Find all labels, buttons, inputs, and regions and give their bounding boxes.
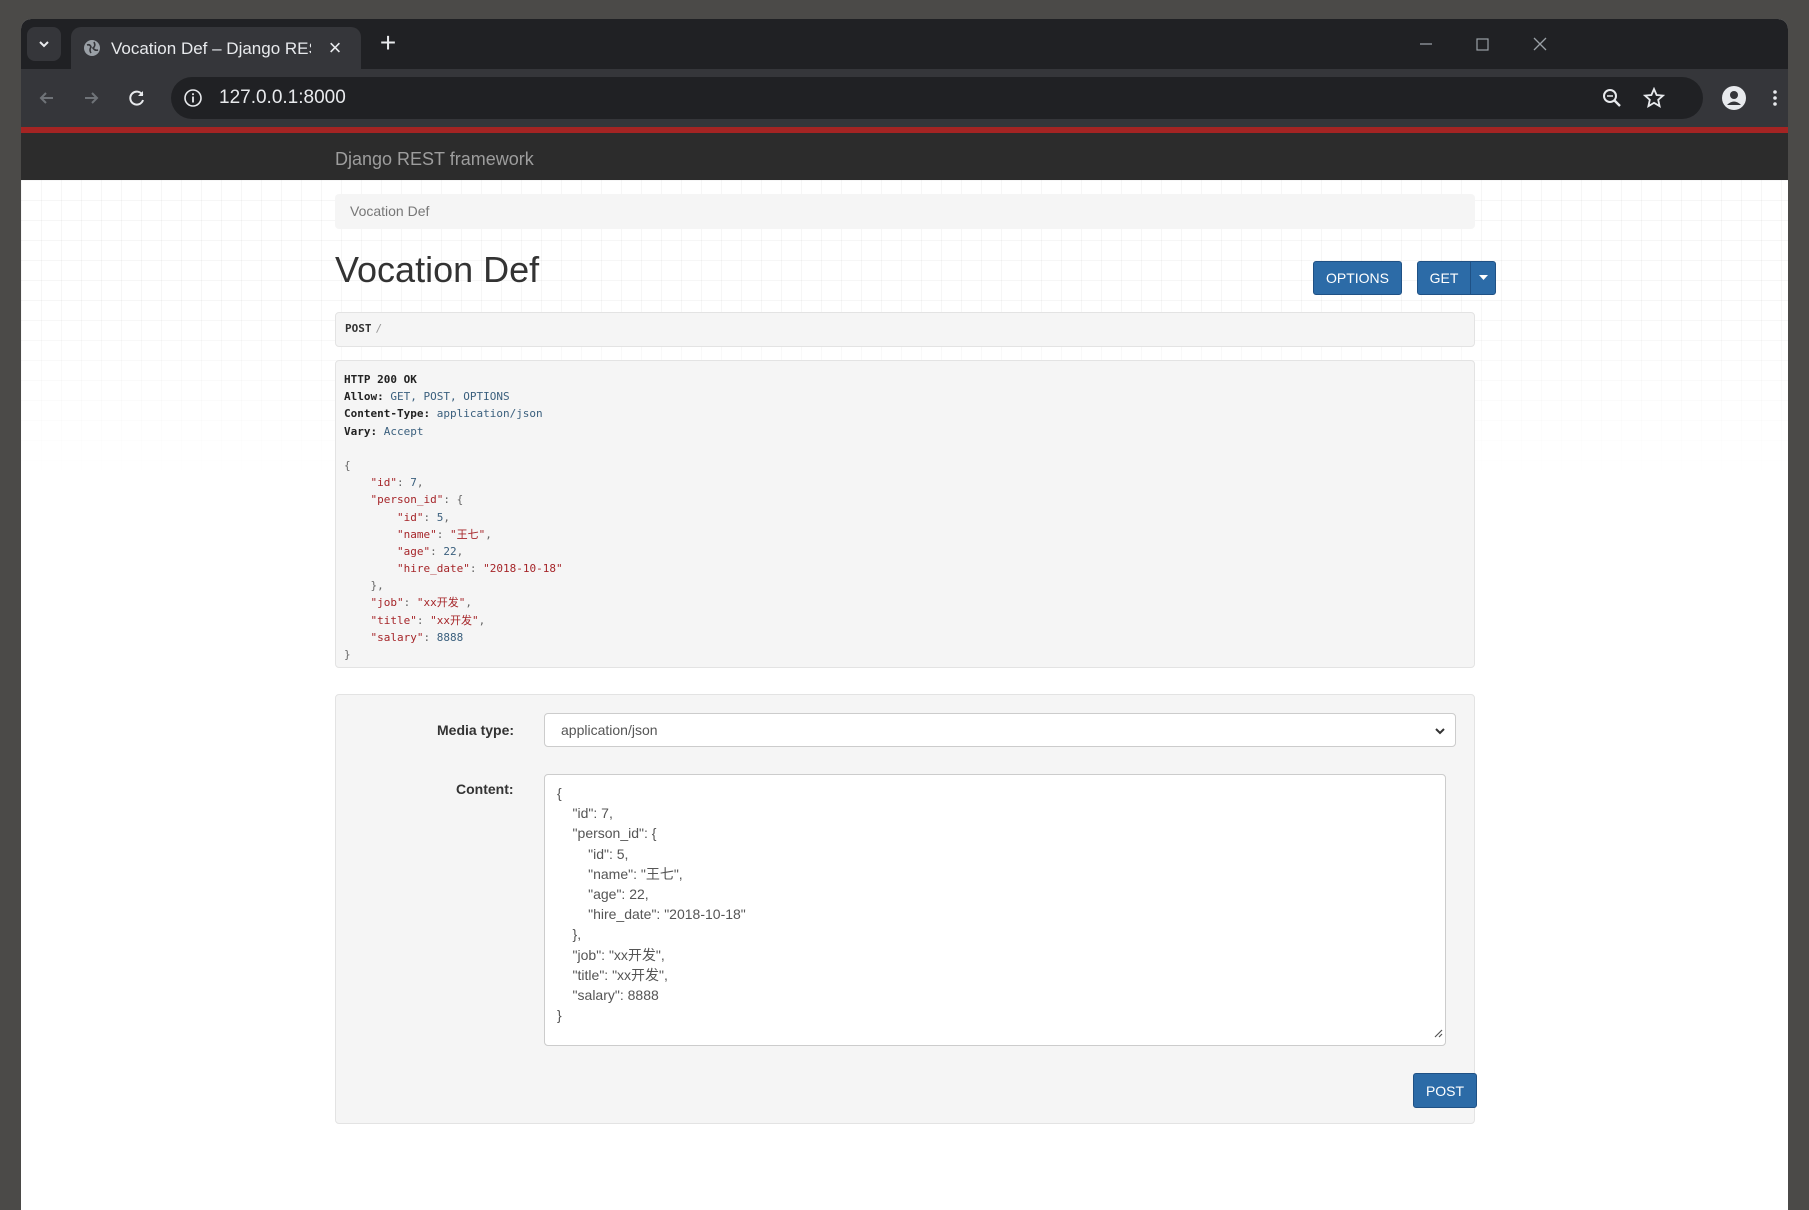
options-button[interactable]: OPTIONS: [1313, 261, 1402, 295]
tab-strip: Vocation Def – Django REST framework × +: [21, 19, 1788, 69]
media-type-select[interactable]: application/json: [544, 713, 1456, 747]
chevron-down-icon: [39, 41, 49, 48]
content-label: Content:: [456, 781, 514, 797]
navbar: Django REST framework: [21, 127, 1788, 180]
json-value: 8888: [436, 630, 464, 644]
json-key: "person_id": [370, 493, 444, 507]
header-name: Allow:: [344, 390, 384, 404]
caret-down-icon: [1478, 275, 1488, 280]
browser-toolbar: 127.0.0.1:8000: [21, 69, 1788, 127]
breadcrumb: Vocation Def: [335, 194, 1475, 229]
bookmark-star-icon[interactable]: [1642, 86, 1666, 114]
browser-menu-button[interactable]: [1759, 82, 1788, 114]
site-info-icon[interactable]: [183, 88, 203, 113]
breadcrumb-item[interactable]: Vocation Def: [350, 203, 429, 219]
browser-window: Vocation Def – Django REST framework × +…: [21, 19, 1788, 1210]
content-line: "name": "王七",: [557, 865, 683, 882]
content-line: "salary": 8888: [557, 986, 659, 1003]
media-type-label: Media type:: [437, 722, 515, 738]
json-key: "id": [396, 510, 424, 524]
post-button[interactable]: POST: [1413, 1073, 1477, 1108]
response-status: HTTP 200 OK: [344, 373, 417, 386]
json-key: "salary": [370, 630, 424, 644]
media-type-value: application/json: [561, 722, 658, 738]
close-window-icon[interactable]: [1525, 31, 1555, 57]
json-value: 22: [443, 544, 457, 558]
browser-tab-active[interactable]: Vocation Def – Django REST framework ×: [71, 27, 361, 69]
tab-title: Vocation Def – Django REST framework: [111, 39, 311, 58]
zoom-icon[interactable]: [1601, 87, 1623, 114]
json-value: "王七": [449, 527, 486, 541]
content-line: }: [557, 1007, 562, 1024]
back-button[interactable]: [31, 82, 63, 114]
json-value: 7: [410, 476, 417, 490]
get-button[interactable]: GET: [1417, 261, 1471, 295]
arrow-left-icon: [39, 92, 53, 104]
json-value: "xx开发": [430, 613, 479, 627]
raw-data-form: Media type: application/json Content: { …: [335, 694, 1477, 1124]
json-value: "2018-10-18": [483, 562, 563, 576]
content-line: "title": "xx开发",: [557, 966, 668, 983]
json-key: "title": [370, 613, 417, 627]
content-line: "id": 5,: [557, 845, 629, 862]
tab-close-icon[interactable]: ×: [324, 37, 346, 59]
content-line: "job": "xx开发",: [557, 946, 665, 963]
arrow-right-icon: [85, 92, 99, 104]
forward-button[interactable]: [75, 82, 107, 114]
content-line: "id": 7,: [557, 805, 613, 822]
content-line: {: [557, 785, 562, 801]
profile-button[interactable]: [1718, 82, 1750, 114]
response-info: HTTP 200 OK Allow: GET, POST, OPTIONS Co…: [335, 360, 1475, 668]
maximize-icon[interactable]: [1467, 31, 1497, 57]
new-tab-button[interactable]: +: [373, 29, 403, 59]
json-key: "name": [396, 527, 437, 541]
address-bar[interactable]: 127.0.0.1:8000: [171, 77, 1703, 119]
globe-icon: [83, 39, 101, 62]
header-name: Vary:: [344, 424, 378, 438]
request-info: POST /: [335, 312, 1475, 347]
address-url[interactable]: 127.0.0.1:8000: [219, 87, 346, 109]
reload-button[interactable]: [121, 82, 153, 114]
content-line: "person_id": {: [557, 825, 657, 842]
chevron-down-icon: [1433, 724, 1447, 741]
header-value: application/json: [436, 407, 543, 421]
json-value: "xx开发": [416, 596, 466, 610]
json-key: "id": [370, 476, 398, 490]
json-key: "age": [396, 544, 431, 558]
resize-handle-icon[interactable]: [1433, 1023, 1443, 1043]
content-line: },: [557, 926, 582, 943]
header-value: Accept: [383, 424, 424, 438]
header-value: GET, POST, OPTIONS: [390, 390, 510, 404]
more-vertical-icon: [1773, 90, 1777, 106]
minimize-icon[interactable]: [1411, 31, 1441, 57]
navbar-brand[interactable]: Django REST framework: [335, 149, 534, 170]
profile-icon: [1722, 86, 1746, 110]
web-page: Django REST framework Vocation Def Vocat…: [21, 127, 1788, 1210]
reload-icon: [129, 90, 144, 106]
request-method: POST: [345, 322, 372, 335]
request-path: /: [375, 322, 383, 335]
header-name: Content-Type:: [344, 407, 431, 421]
content-textarea[interactable]: { "id": 7, "person_id": { "id": 5, "name…: [544, 774, 1446, 1046]
get-format-dropdown[interactable]: [1470, 261, 1496, 295]
content-line: "hire_date": "2018-10-18": [557, 906, 746, 923]
content-line: "age": 22,: [557, 885, 649, 902]
page-title: Vocation Def: [335, 249, 540, 290]
json-key: "hire_date": [396, 562, 470, 576]
tab-search-button[interactable]: [27, 27, 61, 61]
json-key: "job": [370, 596, 404, 610]
